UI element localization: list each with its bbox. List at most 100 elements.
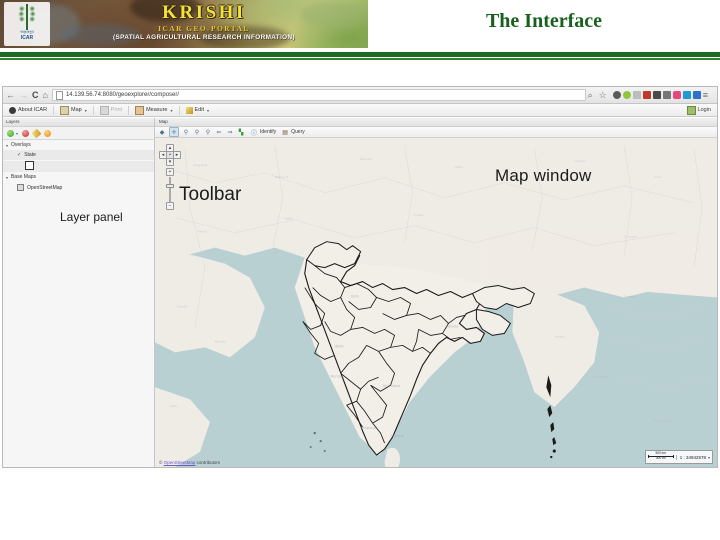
about-icar-label: About ICAR bbox=[18, 107, 48, 113]
layers-icon[interactable]: ◆ bbox=[158, 128, 166, 136]
page-title: The Interface bbox=[485, 10, 603, 32]
browser-screenshot: ← → C ⌂ 14.139.56.74:8080/geoexplorer/co… bbox=[2, 86, 718, 468]
checkbox-checked-icon[interactable]: ✓ bbox=[17, 152, 21, 158]
browser-chrome-bar: ← → C ⌂ 14.139.56.74:8080/geoexplorer/co… bbox=[3, 87, 717, 104]
header-divider-thin bbox=[0, 58, 720, 60]
zoom-out-icon[interactable]: ⚲ bbox=[193, 128, 201, 136]
layer-item-state[interactable]: ✓ State bbox=[3, 150, 154, 160]
edit-menu-button[interactable]: Edit ▾ bbox=[182, 105, 214, 116]
radio-selected-icon[interactable] bbox=[17, 184, 24, 191]
home-icon[interactable]: ⌂ bbox=[43, 90, 48, 100]
map-icon bbox=[60, 105, 70, 115]
login-area[interactable]: Login bbox=[686, 105, 715, 115]
printer-icon bbox=[99, 105, 109, 115]
zoom-slider-track[interactable] bbox=[169, 177, 171, 202]
layer-item-state-label: State bbox=[24, 152, 36, 158]
map-scale-control[interactable]: 500 km 300 mi 1 : 34942578 ▾ bbox=[644, 450, 713, 464]
layer-properties-icon[interactable] bbox=[44, 129, 52, 137]
svg-text:Xi'an: Xi'an bbox=[654, 175, 662, 179]
svg-text:Chengdu: Chengdu bbox=[624, 235, 638, 239]
arrow-left-icon[interactable]: ⇐ bbox=[215, 128, 223, 136]
star-icon[interactable]: ☆ bbox=[599, 90, 607, 100]
svg-text:Kolkata: Kolkata bbox=[446, 324, 458, 328]
grid-extent-icon[interactable]: ▚ bbox=[237, 128, 245, 136]
layer-group-basemaps[interactable]: ▾ Base Maps bbox=[3, 172, 154, 182]
identify-label: Identify bbox=[260, 129, 277, 135]
polygon-outline-swatch-icon bbox=[25, 161, 34, 170]
login-icon bbox=[686, 105, 696, 115]
add-layer-icon[interactable] bbox=[7, 129, 14, 137]
pan-hand-icon[interactable]: ✛ bbox=[169, 127, 179, 137]
chevron-down-icon[interactable]: ▾ bbox=[708, 455, 710, 460]
zoom-out-button[interactable]: − bbox=[166, 202, 174, 210]
map-menu-button[interactable]: Map ▾ bbox=[56, 105, 91, 116]
pan-down-button[interactable]: ▾ bbox=[166, 158, 174, 166]
edit-label: Edit bbox=[194, 107, 204, 113]
layer-panel: Layers ▾ ▾ Overlays ✓ State ▾ Base Maps … bbox=[3, 118, 155, 467]
svg-text:Kabul: Kabul bbox=[285, 217, 294, 221]
extension-icon[interactable] bbox=[662, 91, 671, 99]
svg-text:Muscat: Muscat bbox=[215, 339, 226, 343]
svg-text:Lhasa: Lhasa bbox=[415, 213, 424, 217]
extension-icon[interactable] bbox=[652, 91, 661, 99]
layer-group-basemaps-label: Base Maps bbox=[11, 174, 37, 180]
extension-icon[interactable] bbox=[622, 91, 631, 99]
query-label: Query bbox=[291, 129, 305, 135]
extension-icon[interactable] bbox=[612, 91, 621, 99]
pencil-icon bbox=[185, 106, 193, 114]
search-icon[interactable]: ⌕ bbox=[588, 90, 593, 100]
header-divider bbox=[0, 52, 720, 57]
query-button[interactable]: ▤ Query bbox=[281, 128, 305, 136]
pan-pad[interactable]: ▴ ◂ ▪ ▸ ▾ bbox=[159, 144, 181, 166]
svg-text:Mumbai: Mumbai bbox=[331, 374, 344, 378]
svg-text:Kunming: Kunming bbox=[624, 295, 637, 299]
attribution-suffix: contributors bbox=[196, 460, 221, 465]
forward-arrow-icon: → bbox=[19, 89, 28, 100]
svg-text:INDIA: INDIA bbox=[335, 344, 345, 348]
svg-text:Kashgar: Kashgar bbox=[360, 157, 373, 161]
edit-layer-style-icon[interactable] bbox=[31, 128, 42, 138]
extension-icon[interactable] bbox=[682, 91, 691, 99]
krishi-banner: भाकृअनुप ICAR KRISHI ICAR GEO-PORTAL (SP… bbox=[0, 0, 368, 48]
chevron-down-icon: ▾ bbox=[170, 107, 173, 113]
map-navigation-control[interactable]: ▴ ◂ ▪ ▸ ▾ + − bbox=[159, 144, 181, 210]
openstreetmap-link[interactable]: OpenStreetMap bbox=[164, 460, 196, 465]
address-bar[interactable]: 14.139.56.74:8080/geoexplorer/composer/ bbox=[51, 89, 586, 101]
identify-button[interactable]: ⓘ Identify bbox=[250, 128, 277, 137]
browser-extensions: ⌕ ☆ ≡ bbox=[588, 90, 714, 100]
toolbar-separator bbox=[92, 105, 94, 115]
extension-icon[interactable] bbox=[642, 91, 651, 99]
svg-text:Bangkok: Bangkok bbox=[594, 374, 607, 378]
measure-label: Measure bbox=[146, 107, 168, 113]
zoom-slider-thumb[interactable] bbox=[166, 184, 174, 188]
map-column: Map ◆ ✛ ⚲ ⚲ ⚲ ⇐ ⇒ ▚ ⓘ Identify ▤ Query A… bbox=[155, 118, 717, 467]
print-button[interactable]: Print bbox=[96, 105, 126, 116]
reload-icon[interactable]: C bbox=[32, 90, 39, 100]
slide-root: भाकृअनुप ICAR KRISHI ICAR GEO-PORTAL (SP… bbox=[0, 0, 720, 540]
about-icar-button[interactable]: About ICAR bbox=[5, 105, 51, 116]
globe-extent-icon[interactable]: ⚲ bbox=[204, 128, 212, 136]
extension-icon[interactable] bbox=[672, 91, 681, 99]
hamburger-menu-icon[interactable]: ≡ bbox=[703, 90, 708, 100]
arrow-right-icon[interactable]: ⇒ bbox=[226, 128, 234, 136]
extension-icon[interactable] bbox=[692, 91, 701, 99]
map-attribution: © OpenStreetMap contributors bbox=[159, 460, 220, 465]
svg-text:Ashgabat: Ashgabat bbox=[193, 163, 208, 167]
zoom-in-button[interactable]: + bbox=[166, 168, 174, 176]
layer-item-openstreetmap[interactable]: OpenStreetMap bbox=[3, 182, 154, 193]
svg-text:Lanzhou: Lanzhou bbox=[574, 159, 587, 163]
chevron-down-icon: ▾ bbox=[6, 174, 9, 180]
brand-tagline: (SPATIAL AGRICULTURAL RESEARCH INFORMATI… bbox=[112, 34, 295, 41]
zoom-in-icon[interactable]: ⚲ bbox=[182, 128, 190, 136]
chevron-down-icon[interactable]: ▾ bbox=[16, 131, 18, 136]
layer-group-overlays[interactable]: ▾ Overlays bbox=[3, 140, 154, 150]
info-icon bbox=[9, 106, 16, 114]
extension-icon[interactable] bbox=[632, 91, 641, 99]
svg-text:Delhi: Delhi bbox=[351, 295, 359, 299]
back-arrow-icon[interactable]: ← bbox=[6, 90, 15, 100]
remove-layer-icon[interactable] bbox=[22, 129, 30, 137]
scale-bar: 500 km 300 mi bbox=[647, 451, 674, 462]
pan-right-button[interactable]: ▸ bbox=[173, 151, 181, 159]
layer-panel-callout: Layer panel bbox=[60, 210, 123, 224]
measure-menu-button[interactable]: Measure ▾ bbox=[131, 105, 176, 116]
